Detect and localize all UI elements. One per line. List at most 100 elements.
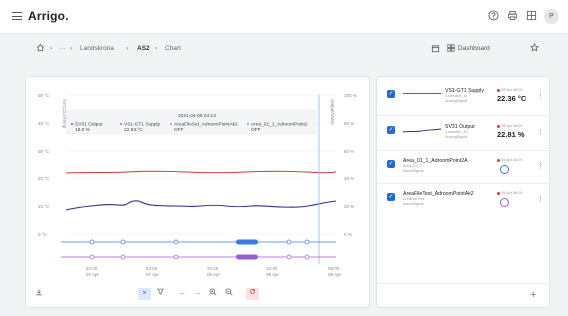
chart-toolbar: × ← → xyxy=(26,283,371,305)
series-item[interactable]: ✓ AreaFileTest_AdroomPointAk2 AreaFileTe… xyxy=(385,186,545,216)
x-icon[interactable]: × xyxy=(138,288,151,300)
series-swatch xyxy=(403,128,441,133)
tooltip-entry-name: AreaFileSet_AdroomPointAk2 xyxy=(174,122,238,128)
series-timestamp: 09 Apr 08:00 xyxy=(497,158,523,162)
series-value: 22.81 % xyxy=(497,130,525,139)
tooltip-entry-value: OFF xyxy=(174,127,184,133)
y-tick-left: 40 °C xyxy=(38,121,50,126)
calendar-view-icon[interactable] xyxy=(431,44,440,55)
divider xyxy=(377,150,551,151)
arrow-left-icon[interactable]: ← xyxy=(176,288,189,300)
breadcrumb-item-landskrona[interactable]: Landskrona xyxy=(80,45,114,52)
series-sub: Controller_A1 AnalogSignal xyxy=(445,130,469,139)
x-tick-date: 07 Apr xyxy=(86,272,100,277)
y-tick-right: 0 % xyxy=(344,232,352,237)
chart-tooltip: 2021-04-09 04:13 SV31 Output 18.0 % VS1-… xyxy=(65,109,317,135)
more-menu-icon[interactable]: ⋮ xyxy=(537,92,544,100)
tooltip-marker xyxy=(247,123,249,125)
filter-icon[interactable] xyxy=(154,288,167,300)
zoom-out-icon[interactable] xyxy=(222,288,235,300)
series-line-sv31-output xyxy=(65,200,337,211)
alarm-status-icon xyxy=(500,165,509,174)
y-tick-right: 80 % xyxy=(344,121,354,126)
x-tick-time: 20:45 xyxy=(207,266,219,271)
help-icon[interactable] xyxy=(487,10,500,23)
right-axis-label: Output/Valve xyxy=(330,99,335,125)
series-item[interactable]: ✓ VS1-GT1 Supply Controller_AI AnalogSign… xyxy=(385,83,545,113)
x-tick-time: 04:00 xyxy=(146,266,158,271)
y-tick-left: 30 °C xyxy=(38,93,50,98)
dashboard-icon[interactable] xyxy=(447,44,455,54)
tooltip-entry-value: 22.93 °C xyxy=(124,127,143,133)
y-tick-right: 20 % xyxy=(344,204,354,209)
tooltip-timestamp: 2021-04-09 04:13 xyxy=(178,113,216,119)
divider xyxy=(377,183,551,184)
avatar[interactable]: P xyxy=(544,9,559,24)
breadcrumb-item-as2[interactable]: AS2 xyxy=(137,45,150,52)
export-icon[interactable] xyxy=(32,288,45,300)
breadcrumb-separator: › xyxy=(50,45,53,52)
tooltip-entry-name: SV31 Output xyxy=(75,122,103,128)
series-item[interactable]: ✓ SV31 Output Controller_A1 AnalogSignal … xyxy=(385,119,545,149)
breadcrumb-item-chart: Chart xyxy=(165,45,181,52)
tooltip-entry-name: Area_01_1_AdroomPoint2 xyxy=(251,122,308,128)
more-menu-icon[interactable]: ⋮ xyxy=(537,162,544,170)
series-timestamp: 09 Apr 08:00 xyxy=(497,124,523,128)
series-line-vs1-gt1-supply xyxy=(65,170,337,174)
series-checkbox[interactable]: ✓ xyxy=(387,126,395,134)
arrow-right-icon[interactable]: → xyxy=(191,288,204,300)
trend-chart[interactable]: 30 °C 40 °C 30 °C 20 °C 10 °C 0 °C 100 %… xyxy=(26,77,371,282)
x-tick-date: 06 Apr xyxy=(207,272,221,277)
more-menu-icon[interactable]: ⋮ xyxy=(537,195,544,203)
breadcrumb-separator: › xyxy=(126,45,129,52)
series-item[interactable]: ✓ Area_01_1_AdroomPoint2A Area_01_1 Alarm… xyxy=(385,153,545,183)
refresh-icon[interactable] xyxy=(246,288,259,300)
series-checkbox[interactable]: ✓ xyxy=(387,90,395,98)
add-series-button[interactable]: + xyxy=(530,289,536,301)
printer-icon[interactable] xyxy=(506,10,519,23)
divider xyxy=(377,115,551,116)
series-sub: Area_01_1 AlarmSignal xyxy=(403,164,424,173)
top-bar: Arrigo. P xyxy=(0,0,568,34)
more-menu-icon[interactable]: ⋮ xyxy=(537,128,544,136)
grid-icon[interactable] xyxy=(525,10,538,23)
dashboard-button[interactable]: Dashboard xyxy=(458,45,490,52)
y-tick-left: 10 °C xyxy=(38,204,50,209)
y-tick-right: 100 % xyxy=(344,93,357,98)
x-tick-date: 07 Apr xyxy=(146,272,160,277)
x-tick-time: 22:00 xyxy=(86,266,98,271)
breadcrumb-ellipsis[interactable]: ··· xyxy=(59,45,66,52)
app-logo[interactable]: Arrigo. xyxy=(28,9,69,23)
y-tick-right: 40 % xyxy=(344,176,354,181)
alarm-lane-area-01 xyxy=(61,239,336,245)
series-sub: AreaFileTest AlarmSignal xyxy=(403,197,425,206)
series-swatch xyxy=(403,93,441,94)
series-checkbox[interactable]: ✓ xyxy=(387,160,395,168)
series-timestamp: 09 Apr 08:00 xyxy=(497,191,523,195)
y-tick-left: 0 °C xyxy=(38,232,48,237)
menu-icon[interactable] xyxy=(12,12,22,20)
alarm-status-icon xyxy=(500,198,509,207)
divider xyxy=(377,283,551,284)
breadcrumb-separator: › xyxy=(155,45,158,52)
x-tick-time: 08:00 xyxy=(328,266,340,271)
series-sub: Controller_AI AnalogSignal xyxy=(445,94,468,103)
star-icon[interactable] xyxy=(529,42,540,54)
tooltip-entry-value: 18.0 % xyxy=(75,127,91,133)
tooltip-entry-name: VS1-GT1 Supply xyxy=(124,122,161,128)
breadcrumb-separator: › xyxy=(70,45,73,52)
tooltip-marker xyxy=(120,123,122,125)
tooltip-marker xyxy=(170,123,172,125)
series-timestamp: 09 Apr 08:00 xyxy=(497,88,523,92)
zoom-in-icon[interactable] xyxy=(206,288,219,300)
breadcrumb: › ··· › Landskrona › AS2 › Chart Dashboa… xyxy=(28,40,548,58)
series-value: 22.36 °C xyxy=(497,94,527,103)
y-tick-right: 60 % xyxy=(344,149,354,154)
x-tick-date: 08 Apr xyxy=(266,272,280,277)
tooltip-marker xyxy=(71,123,73,125)
home-icon[interactable] xyxy=(36,43,45,54)
series-checkbox[interactable]: ✓ xyxy=(387,193,395,201)
y-tick-left: 30 °C xyxy=(38,149,50,154)
alarm-lane-areafiletest xyxy=(61,254,336,260)
chart-panel: 30 °C 40 °C 30 °C 20 °C 10 °C 0 °C 100 %… xyxy=(25,76,370,308)
